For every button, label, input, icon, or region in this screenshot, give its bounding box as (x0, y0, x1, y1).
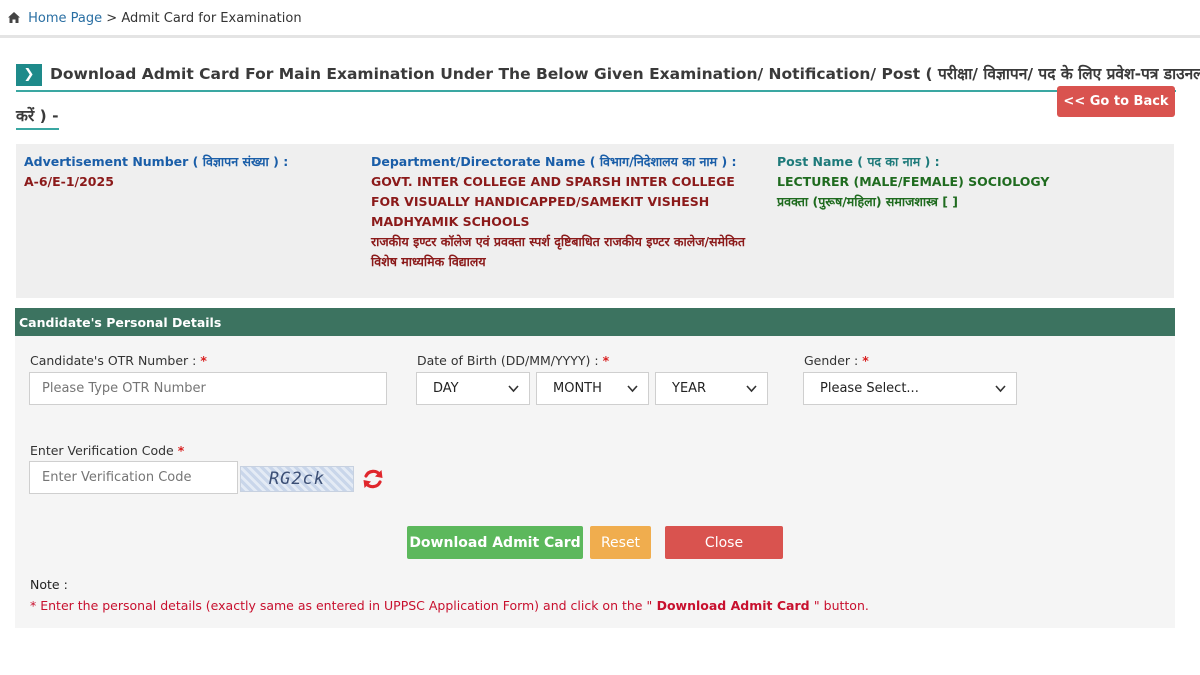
refresh-icon[interactable] (361, 467, 385, 491)
note-title: Note : (30, 577, 68, 592)
dob-label: Date of Birth (DD/MM/YYYY) : * (417, 353, 609, 368)
page-title-text-1: Download Admit Card For Main Examination… (50, 65, 1200, 83)
advertisement-value: A-6/E-1/2025 (24, 174, 114, 189)
verification-label: Enter Verification Code * (30, 443, 184, 458)
home-icon (8, 12, 20, 23)
chevron-right-icon: ❯ (16, 64, 42, 86)
dob-month-select[interactable]: MONTH (536, 372, 649, 405)
section-header-personal-details: Candidate's Personal Details (15, 308, 1175, 336)
otr-label-text: Candidate's OTR Number : (30, 353, 197, 368)
required-mark: * (200, 353, 207, 368)
page-title-line1: ❯ Download Admit Card For Main Examinatio… (16, 60, 1200, 92)
required-mark: * (177, 443, 185, 458)
examination-info-panel: Advertisement Number ( विज्ञापन संख्या )… (16, 144, 1174, 298)
otr-label: Candidate's OTR Number : * (30, 353, 207, 368)
dob-month-value: MONTH (553, 381, 602, 396)
chevron-down-icon (995, 385, 1006, 393)
breadcrumb-current: Admit Card for Examination (121, 11, 302, 26)
breadcrumb-separator: > (106, 11, 118, 26)
gender-label-text: Gender : (804, 353, 859, 368)
breadcrumb: Home Page > Admit Card for Examination (0, 0, 1200, 38)
note-text-prefix: * Enter the personal details (exactly sa… (30, 598, 653, 613)
chevron-down-icon (746, 385, 757, 393)
advertisement-info: Advertisement Number ( विज्ञापन संख्या )… (24, 152, 354, 192)
department-label: Department/Directorate Name ( विभाग/निदे… (371, 154, 737, 169)
gender-label: Gender : * (804, 353, 869, 368)
department-info: Department/Directorate Name ( विभाग/निदे… (371, 152, 761, 272)
note-text-suffix: " button. (813, 598, 869, 613)
note-text: * Enter the personal details (exactly sa… (30, 598, 869, 613)
post-label: Post Name ( पद का नाम ) : (777, 154, 940, 169)
post-value-en: LECTURER (MALE/FEMALE) SOCIOLOGY (777, 174, 1050, 189)
dob-year-select[interactable]: YEAR (655, 372, 768, 405)
page-title-text-2: करें ) - (16, 104, 59, 130)
close-button[interactable]: Close (665, 526, 783, 559)
department-value-en: GOVT. INTER COLLEGE AND SPARSH INTER COL… (371, 174, 735, 229)
post-info: Post Name ( पद का नाम ) : LECTURER (MALE… (777, 152, 1167, 212)
dob-label-text: Date of Birth (DD/MM/YYYY) : (417, 353, 599, 368)
verification-code-input[interactable] (29, 461, 238, 494)
required-mark: * (602, 353, 610, 368)
page-title: ❯ Download Admit Card For Main Examinatio… (16, 60, 1200, 130)
note-text-bold: Download Admit Card (652, 598, 814, 613)
otr-input[interactable] (29, 372, 387, 405)
chevron-down-icon (627, 385, 638, 393)
gender-value: Please Select... (820, 381, 919, 396)
dob-day-value: DAY (433, 381, 459, 396)
verification-label-text: Enter Verification Code (30, 443, 174, 458)
chevron-down-icon (508, 385, 519, 393)
required-mark: * (862, 353, 869, 368)
advertisement-label: Advertisement Number ( विज्ञापन संख्या )… (24, 154, 289, 169)
dob-year-value: YEAR (672, 381, 707, 396)
gender-select[interactable]: Please Select... (803, 372, 1017, 405)
breadcrumb-home-link[interactable]: Home Page (28, 11, 102, 26)
reset-button[interactable]: Reset (590, 526, 651, 559)
download-admit-card-button[interactable]: Download Admit Card (407, 526, 583, 559)
dob-day-select[interactable]: DAY (416, 372, 530, 405)
post-value-hi: प्रवक्ता (पुरूष/महिला) समाजशास्त्र [ ] (777, 194, 958, 209)
captcha-image: RG2ck (240, 466, 354, 492)
go-back-button[interactable]: << Go to Back (1057, 86, 1175, 117)
department-value-hi: राजकीय इण्टर कॉलेज एवं प्रवक्ता स्पर्श द… (371, 234, 745, 269)
